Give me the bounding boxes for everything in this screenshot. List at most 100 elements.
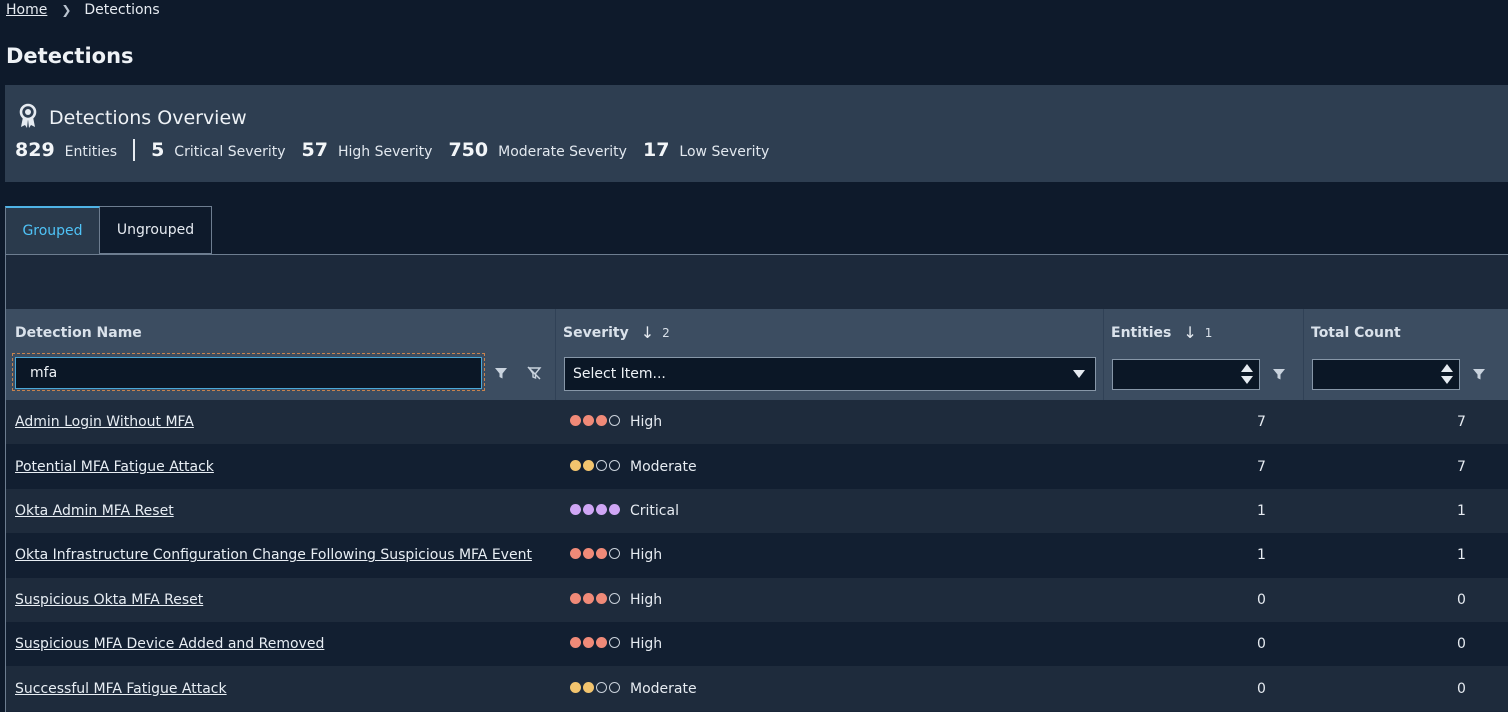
low-count: 17 <box>642 139 670 161</box>
severity-dot-filled <box>583 459 594 471</box>
severity-dot-filled <box>570 681 581 693</box>
column-header-severity[interactable]: Severity ↓ 2 <box>563 323 670 342</box>
overview-stats: 829 Entities 5 Critical Severity 57 High… <box>15 139 785 161</box>
severity-dot-empty <box>609 548 620 560</box>
severity-dot-filled <box>583 503 594 515</box>
column-header-entities[interactable]: Entities ↓ 1 <box>1111 323 1212 342</box>
severity-label: High <box>630 591 663 608</box>
tab-ungrouped[interactable]: Ungrouped <box>100 206 212 254</box>
severity-dot-filled <box>583 548 594 560</box>
detection-name-link[interactable]: Successful MFA Fatigue Attack <box>15 681 227 697</box>
sort-descending-icon: ↓ <box>1183 323 1197 342</box>
detections-grid-panel: Detection Name Severity ↓ 2 Entities ↓ 1… <box>5 254 1508 712</box>
severity-dot-empty <box>609 459 620 471</box>
severity-dots-icon <box>570 636 622 652</box>
severity-dot-filled <box>570 548 581 560</box>
total-count-cell: 7 <box>1457 414 1466 431</box>
overview-header: Detections Overview <box>17 103 247 133</box>
detection-name-link[interactable]: Potential MFA Fatigue Attack <box>15 459 214 475</box>
detection-name-link[interactable]: Okta Infrastructure Configuration Change… <box>15 547 532 563</box>
severity-label: Moderate <box>630 680 697 697</box>
award-ribbon-icon <box>17 103 39 133</box>
number-stepper[interactable] <box>1241 362 1253 386</box>
filter-icon[interactable] <box>1468 363 1490 385</box>
severity-label: Moderate <box>630 458 697 475</box>
filter-icon[interactable] <box>1268 363 1290 385</box>
severity-dot-filled <box>583 681 594 693</box>
total-count-cell: 0 <box>1457 591 1466 608</box>
moderate-count: 750 <box>448 139 489 161</box>
severity-dot-filled <box>570 415 581 427</box>
table-row[interactable]: Successful MFA Fatigue Attack Moderate 0… <box>6 666 1508 711</box>
entities-cell: 1 <box>1257 502 1266 519</box>
detection-name-link[interactable]: Suspicious MFA Device Added and Removed <box>15 636 324 652</box>
severity-label: High <box>630 547 663 564</box>
high-count: 57 <box>301 139 328 161</box>
entities-cell: 0 <box>1257 636 1266 653</box>
entities-cell: 1 <box>1257 547 1266 564</box>
total-count-cell: 1 <box>1457 547 1466 564</box>
clear-filter-icon[interactable] <box>523 362 545 384</box>
number-stepper[interactable] <box>1441 362 1453 386</box>
severity-dots-icon <box>570 503 622 519</box>
entities-cell: 0 <box>1257 680 1266 697</box>
severity-label: High <box>630 636 663 653</box>
total-count-filter-input[interactable] <box>1312 359 1460 390</box>
total-count-cell: 7 <box>1457 458 1466 475</box>
chevron-right-icon: ❯ <box>61 3 72 17</box>
column-header-label: Detection Name <box>15 325 142 341</box>
total-count-cell: 0 <box>1457 636 1466 653</box>
table-row[interactable]: Suspicious MFA Device Added and Removed … <box>6 621 1508 667</box>
severity-dot-filled <box>570 503 581 515</box>
column-header-detection-name[interactable]: Detection Name <box>15 325 142 341</box>
column-separator[interactable] <box>1303 309 1304 400</box>
overview-title: Detections Overview <box>49 107 247 129</box>
tab-grouped[interactable]: Grouped <box>5 206 100 254</box>
severity-dot-empty <box>609 415 620 427</box>
table-row[interactable]: Okta Admin MFA Reset Critical 1 1 <box>6 488 1508 534</box>
severity-dots-icon <box>570 547 622 563</box>
detection-name-link[interactable]: Admin Login Without MFA <box>15 414 194 430</box>
severity-dot-empty <box>596 459 607 471</box>
severity-dot-empty <box>596 681 607 693</box>
stepper-arrows-icon[interactable] <box>1441 362 1453 386</box>
severity-dot-filled <box>596 548 607 560</box>
detection-name-filter-input[interactable] <box>15 357 482 389</box>
table-row[interactable]: Potential MFA Fatigue Attack Moderate 7 … <box>6 444 1508 489</box>
severity-cell: Moderate <box>570 681 697 697</box>
severity-dots-icon <box>570 681 622 697</box>
filter-icon[interactable] <box>490 362 512 384</box>
table-row[interactable]: Admin Login Without MFA High 7 7 <box>6 400 1508 445</box>
entities-filter-input[interactable] <box>1112 359 1260 390</box>
severity-filter-select[interactable]: Select Item... <box>564 357 1096 391</box>
severity-cell: High <box>570 636 662 652</box>
detection-name-link[interactable]: Suspicious Okta MFA Reset <box>15 592 203 608</box>
column-separator[interactable] <box>1103 309 1104 400</box>
detections-overview-panel: Detections Overview 829 Entities 5 Criti… <box>5 85 1508 182</box>
sort-order-index: 2 <box>662 325 670 340</box>
table-row[interactable]: Okta Infrastructure Configuration Change… <box>6 533 1508 578</box>
breadcrumb-home-link[interactable]: Home <box>6 2 47 18</box>
grid-toolbar <box>6 255 1508 309</box>
total-count-cell: 0 <box>1457 680 1466 697</box>
severity-dot-filled <box>596 503 607 515</box>
severity-cell: High <box>570 547 662 563</box>
column-header-label: Severity <box>563 324 629 341</box>
severity-dot-empty <box>609 592 620 604</box>
column-header-total-count[interactable]: Total Count <box>1311 325 1401 341</box>
grid-header: Detection Name Severity ↓ 2 Entities ↓ 1… <box>6 309 1508 400</box>
high-label: High Severity <box>337 144 433 160</box>
sort-order-index: 1 <box>1204 325 1213 340</box>
view-tabs: Grouped Ungrouped <box>5 206 212 254</box>
column-separator[interactable] <box>555 309 556 400</box>
severity-dot-filled <box>596 637 607 649</box>
entities-label: Entities <box>64 144 118 160</box>
severity-dot-filled <box>596 592 607 604</box>
stats-divider <box>133 139 136 161</box>
total-count-cell: 1 <box>1457 502 1466 519</box>
detection-name-link[interactable]: Okta Admin MFA Reset <box>15 503 174 519</box>
table-row[interactable]: Suspicious Okta MFA Reset High 0 0 <box>6 577 1508 622</box>
stepper-arrows-icon[interactable] <box>1241 362 1253 386</box>
severity-dot-filled <box>596 415 607 427</box>
grid-body: Admin Login Without MFA High 7 7 Potenti… <box>6 400 1508 711</box>
